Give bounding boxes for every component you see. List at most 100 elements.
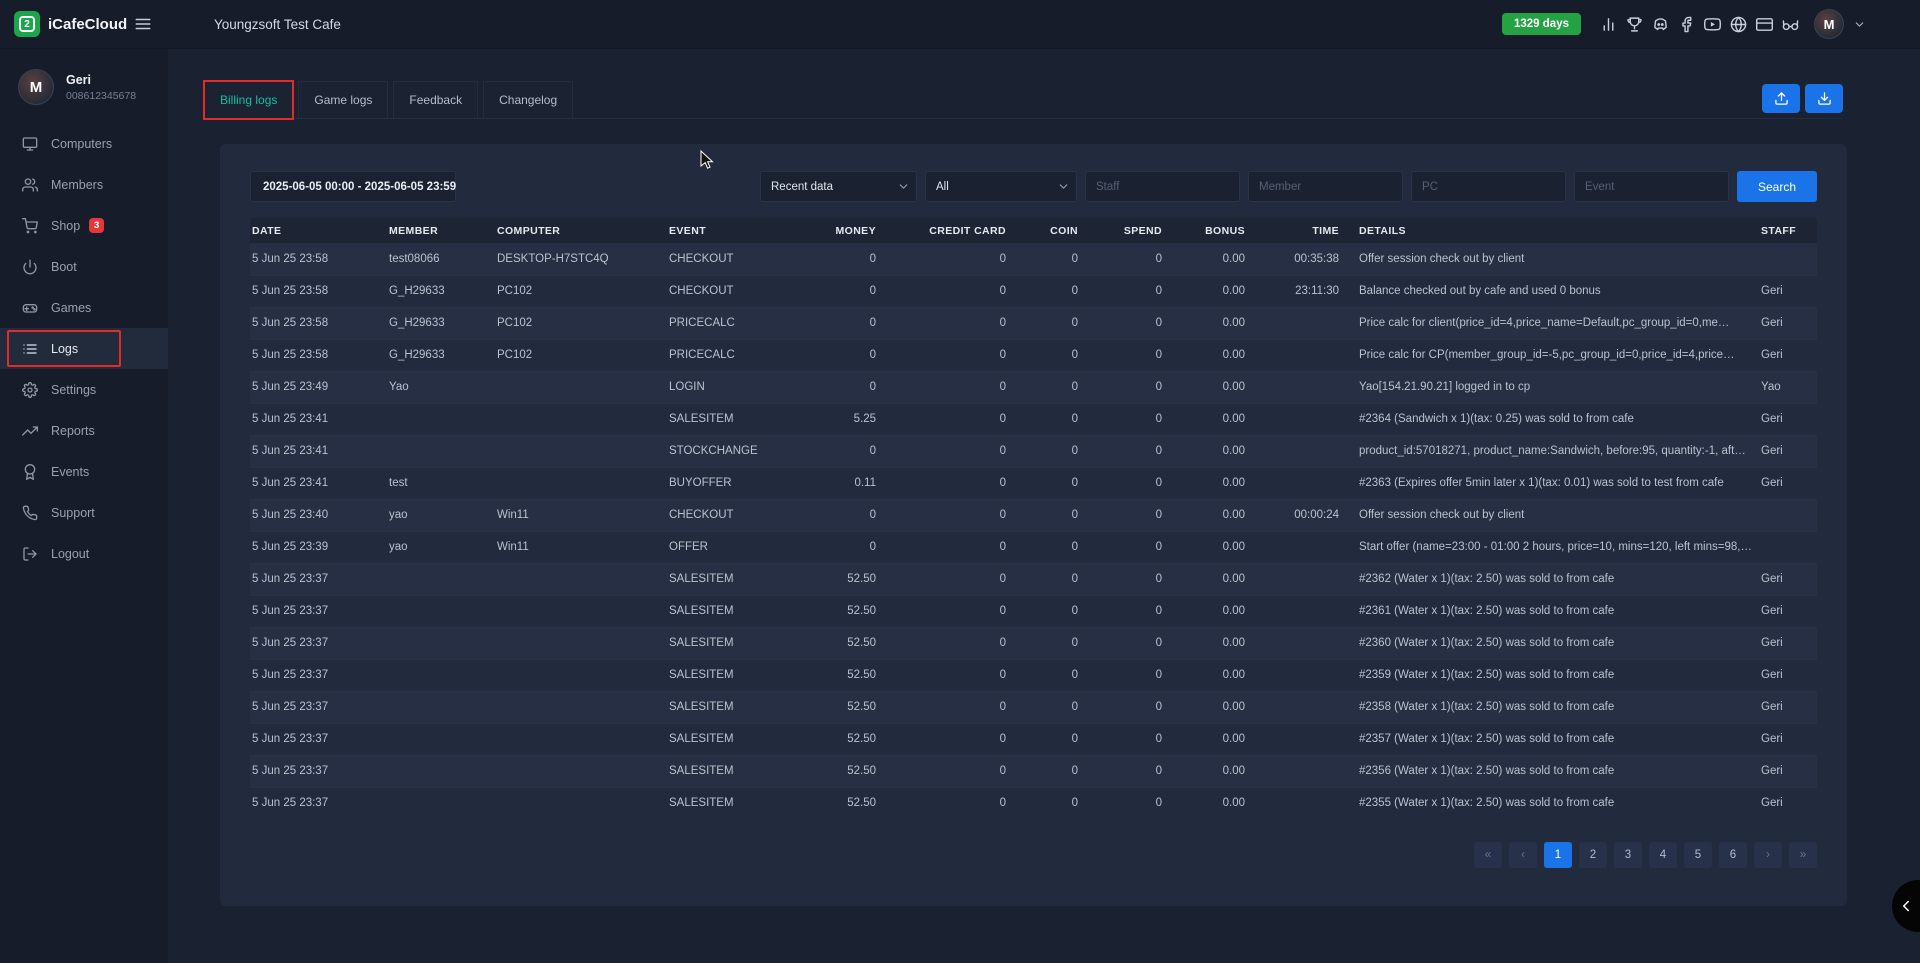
table-cell: 5 Jun 25 23:37 xyxy=(250,787,387,810)
table-cell: 0 xyxy=(880,627,1010,659)
table-cell: 0 xyxy=(797,531,880,563)
table-cell: 0 xyxy=(1010,275,1082,307)
pc-input[interactable] xyxy=(1411,171,1566,202)
page-5-button[interactable]: 5 xyxy=(1684,842,1712,868)
table-cell: 0 xyxy=(797,307,880,339)
sidebar-item-shop[interactable]: Shop 3 xyxy=(0,205,168,246)
cart-icon xyxy=(22,218,38,234)
sidebar-item-events[interactable]: Events xyxy=(0,451,168,492)
table-cell: #2356 (Water x 1)(tax: 2.50) was sold to… xyxy=(1343,755,1759,787)
search-button[interactable]: Search xyxy=(1737,171,1817,202)
sidebar-item-computers[interactable]: Computers xyxy=(0,123,168,164)
table-cell: 0.00 xyxy=(1166,403,1249,435)
table-cell xyxy=(495,691,667,723)
phone-icon xyxy=(22,505,38,521)
card-icon[interactable] xyxy=(1756,16,1773,33)
column-header-coin: COIN xyxy=(1010,218,1082,243)
table-cell xyxy=(387,595,495,627)
sidebar-item-games[interactable]: Games xyxy=(0,287,168,328)
table-cell: 0 xyxy=(1082,435,1166,467)
event-input[interactable] xyxy=(1574,171,1729,202)
table-cell: 0 xyxy=(1082,275,1166,307)
user-phone: 008612345678 xyxy=(66,90,136,102)
table-cell: SALESITEM xyxy=(667,787,797,810)
sidebar-item-support[interactable]: Support xyxy=(0,492,168,533)
type-select[interactable]: All xyxy=(925,171,1077,202)
chart-icon xyxy=(22,423,38,439)
page-3-button[interactable]: 3 xyxy=(1614,842,1642,868)
table-cell: 5 Jun 25 23:58 xyxy=(250,339,387,371)
tab-feedback[interactable]: Feedback xyxy=(393,81,478,118)
table-cell: yao xyxy=(387,531,495,563)
discord-icon[interactable] xyxy=(1652,16,1669,33)
youtube-icon[interactable] xyxy=(1704,16,1721,33)
shop-count-badge: 3 xyxy=(89,218,104,233)
prev-page-button[interactable]: ‹ xyxy=(1509,842,1537,868)
sidebar-item-settings[interactable]: Settings xyxy=(0,369,168,410)
column-header-details: DETAILS xyxy=(1343,218,1759,243)
table-cell: 0.11 xyxy=(797,467,880,499)
globe-icon[interactable] xyxy=(1730,16,1747,33)
table-cell: SALESITEM xyxy=(667,403,797,435)
trophy-icon[interactable] xyxy=(1626,16,1643,33)
table-cell xyxy=(1249,627,1343,659)
next-page-button[interactable]: › xyxy=(1754,842,1782,868)
tab-billing-logs[interactable]: Billing logs xyxy=(204,81,293,118)
sidebar-item-reports[interactable]: Reports xyxy=(0,410,168,451)
table-cell: 0 xyxy=(797,339,880,371)
tab-game-logs[interactable]: Game logs xyxy=(298,81,388,118)
hamburger-menu-icon[interactable] xyxy=(134,15,152,33)
page-6-button[interactable]: 6 xyxy=(1719,842,1747,868)
table-cell: 0 xyxy=(1010,403,1082,435)
recent-data-select[interactable]: Recent data xyxy=(760,171,917,202)
first-page-button[interactable]: « xyxy=(1474,842,1502,868)
table-cell: STOCKCHANGE xyxy=(667,435,797,467)
table-cell xyxy=(387,659,495,691)
sidebar-nav: ComputersMembers Shop 3 BootGamesLogsSettin… xyxy=(0,123,168,574)
avatar[interactable]: M xyxy=(1814,9,1844,39)
table-cell: 0 xyxy=(1082,467,1166,499)
table-cell xyxy=(387,755,495,787)
facebook-icon[interactable] xyxy=(1678,16,1695,33)
table-cell: yao xyxy=(387,499,495,531)
table-cell: 0 xyxy=(880,787,1010,810)
table-cell xyxy=(1249,339,1343,371)
upload-button[interactable] xyxy=(1762,84,1800,113)
member-input[interactable] xyxy=(1248,171,1403,202)
stats-icon[interactable] xyxy=(1600,16,1617,33)
sidebar-item-label: Reports xyxy=(51,424,95,438)
glasses-icon[interactable] xyxy=(1782,16,1799,33)
table-row: 5 Jun 25 23:41testBUYOFFER0.110000.00#23… xyxy=(250,467,1817,499)
staff-input[interactable] xyxy=(1085,171,1240,202)
table-row: 5 Jun 25 23:58G_H29633PC102PRICECALC0000… xyxy=(250,307,1817,339)
sidebar-user: M Geri 008612345678 xyxy=(0,49,168,123)
sidebar-item-logout[interactable]: Logout xyxy=(0,533,168,574)
last-page-button[interactable]: » xyxy=(1789,842,1817,868)
table-cell: G_H29633 xyxy=(387,339,495,371)
date-range-picker[interactable]: 2025-06-05 00:00 - 2025-06-05 23:59 xyxy=(250,171,456,202)
table-cell: 0.00 xyxy=(1166,371,1249,403)
table-cell: Price calc for CP(member_group_id=-5,pc_… xyxy=(1343,339,1759,371)
table-cell: 0 xyxy=(1082,371,1166,403)
download-button[interactable] xyxy=(1805,84,1843,113)
table-cell: 0 xyxy=(1082,787,1166,810)
page-1-button[interactable]: 1 xyxy=(1544,842,1572,868)
table-cell xyxy=(1249,371,1343,403)
page-4-button[interactable]: 4 xyxy=(1649,842,1677,868)
table-cell xyxy=(495,755,667,787)
sidebar-item-members[interactable]: Members xyxy=(0,164,168,205)
tab-changelog[interactable]: Changelog xyxy=(483,81,573,118)
table-cell: 5 Jun 25 23:37 xyxy=(250,723,387,755)
sidebar-item-logs[interactable]: Logs xyxy=(0,328,168,369)
sidebar-item-boot[interactable]: Boot xyxy=(0,246,168,287)
chevron-down-icon[interactable] xyxy=(1853,18,1866,31)
column-header-time: TIME xyxy=(1249,218,1343,243)
logs-card: 2025-06-05 00:00 - 2025-06-05 23:59 Rece… xyxy=(220,144,1847,906)
sidebar-item-label: Shop xyxy=(51,219,80,233)
table-cell: Geri xyxy=(1759,275,1817,307)
page-2-button[interactable]: 2 xyxy=(1579,842,1607,868)
table-cell: SALESITEM xyxy=(667,723,797,755)
license-days-badge[interactable]: 1329 days xyxy=(1502,13,1581,35)
table-cell: test xyxy=(387,467,495,499)
table-cell: 0 xyxy=(1010,435,1082,467)
